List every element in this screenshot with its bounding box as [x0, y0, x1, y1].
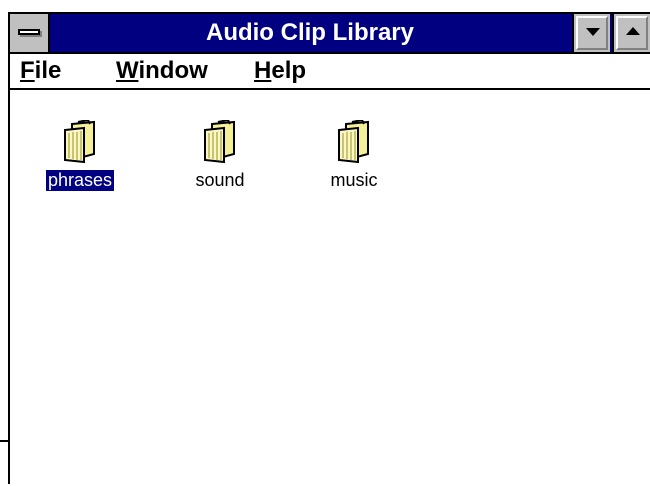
- folder-music[interactable]: music: [304, 120, 404, 200]
- menu-window-label: indow: [138, 57, 208, 84]
- minimize-button[interactable]: [572, 14, 610, 52]
- folder-icon: [204, 120, 235, 164]
- client-area: phrases sound music: [10, 90, 650, 486]
- menu-help-label: elp: [271, 57, 307, 84]
- title-bar[interactable]: Audio Clip Library: [10, 14, 650, 54]
- menu-file-label: ile: [34, 57, 62, 84]
- menu-file[interactable]: File: [20, 57, 61, 85]
- folder-icon: [64, 120, 95, 164]
- minimize-arrow-icon: [586, 28, 600, 36]
- menu-bar: File Window Help: [10, 54, 650, 90]
- folder-icon: [338, 120, 369, 164]
- window-edge-mark: [0, 440, 8, 442]
- menu-file-mnemonic: F: [20, 57, 35, 84]
- folder-sound[interactable]: sound: [170, 120, 270, 200]
- system-menu-button[interactable]: [10, 14, 50, 52]
- menu-help[interactable]: Help: [254, 57, 306, 85]
- window-title: Audio Clip Library: [205, 19, 414, 46]
- menu-help-mnemonic: H: [254, 57, 272, 84]
- folder-label-phrases: phrases: [45, 170, 115, 191]
- audio-clip-library-window: Audio Clip Library File Window Help phra…: [8, 12, 650, 486]
- folder-label-sound: sound: [195, 170, 245, 190]
- menu-window[interactable]: Window: [116, 57, 208, 85]
- menu-window-mnemonic: W: [116, 57, 139, 84]
- system-menu-icon: [18, 29, 40, 35]
- maximize-arrow-icon: [626, 27, 640, 35]
- maximize-button[interactable]: [612, 14, 650, 52]
- folder-phrases[interactable]: phrases: [30, 120, 130, 200]
- folder-label-music: music: [330, 170, 378, 190]
